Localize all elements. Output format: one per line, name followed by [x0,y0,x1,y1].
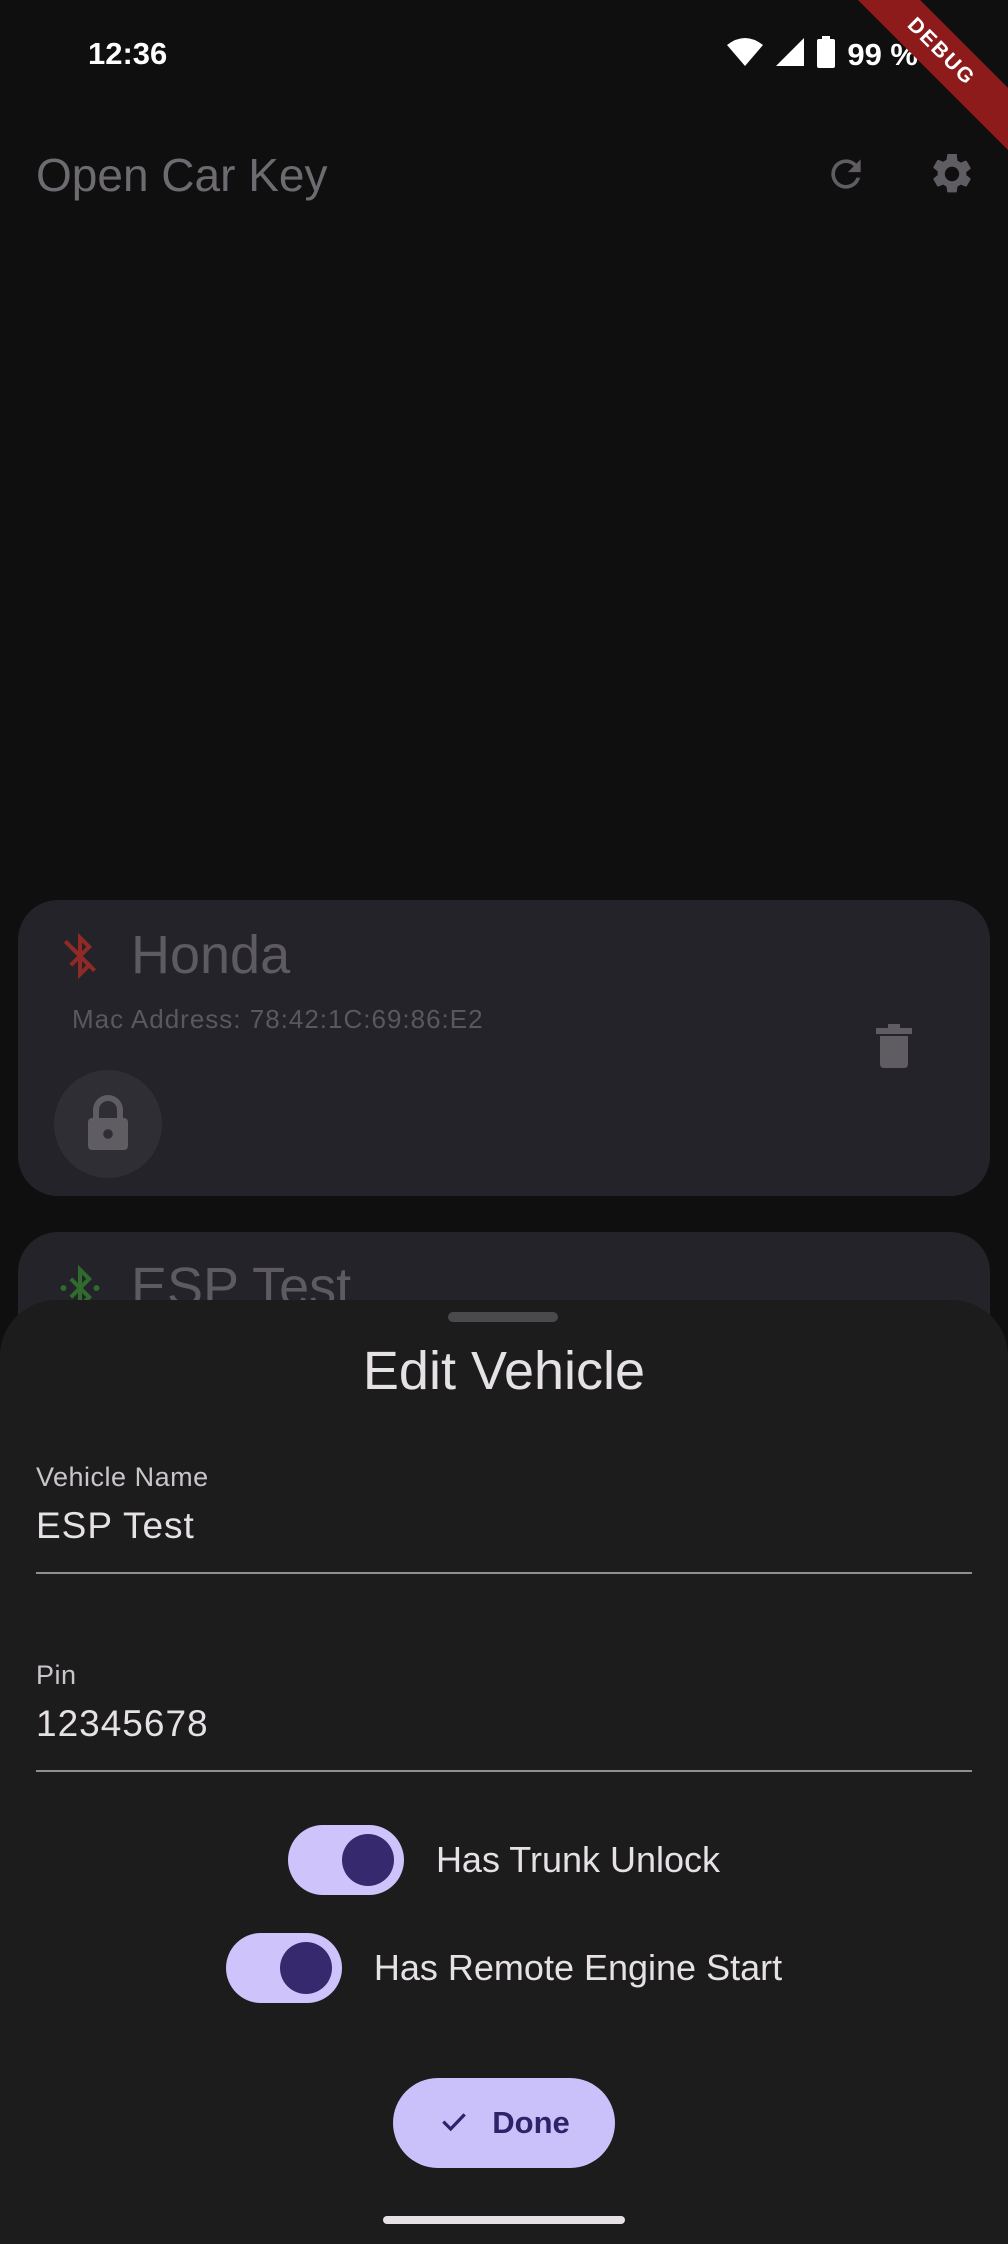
remote-start-label: Has Remote Engine Start [373,1947,783,1988]
pin-input[interactable]: 12345678 [36,1703,972,1745]
sheet-title: Edit Vehicle [362,1341,646,1401]
battery-icon [817,36,836,73]
vehicle-name-input[interactable]: ESP Test [36,1505,972,1547]
wifi-icon [727,37,764,72]
pin-field[interactable]: Pin 12345678 [36,1660,972,1772]
gesture-nav-bar[interactable] [383,2216,625,2224]
mac-address: Mac Address: 78:42:1C:69:86:E2 [72,1004,484,1034]
switch-thumb [279,1942,332,1994]
vehicle-name: Honda [131,925,291,985]
check-icon [438,2105,470,2142]
pin-label: Pin [36,1660,77,1690]
trunk-unlock-switch[interactable] [287,1825,404,1895]
refresh-button[interactable] [818,148,874,204]
vehicle-card-honda[interactable]: Honda Mac Address: 78:42:1C:69:86:E2 [18,900,990,1196]
lock-button[interactable] [54,1070,162,1178]
field-underline [36,1770,972,1772]
app-bar: Open Car Key [0,128,1008,224]
settings-button[interactable] [924,148,980,204]
refresh-icon [824,152,868,201]
status-bar: 12:36 99 % DEBUG [0,0,1008,171]
vehicle-name-field[interactable]: Vehicle Name ESP Test [36,1462,972,1574]
status-icons: 99 % [727,36,918,73]
switch-thumb [341,1834,394,1886]
trash-icon [876,1024,912,1072]
status-time: 12:36 [88,36,168,71]
remote-start-row: Has Remote Engine Start [0,1932,1008,2004]
bluetooth-disabled-icon [58,930,102,987]
vehicle-name-label: Vehicle Name [36,1462,209,1492]
edit-vehicle-sheet: Edit Vehicle Vehicle Name ESP Test Pin 1… [0,1300,1008,2244]
trunk-unlock-label: Has Trunk Unlock [435,1839,721,1880]
done-label: Done [492,2105,570,2140]
trunk-unlock-row: Has Trunk Unlock [0,1824,1008,1896]
app-title: Open Car Key [36,149,328,201]
done-button[interactable]: Done [393,2078,615,2168]
delete-button[interactable] [876,1024,912,1073]
cell-signal-icon [775,37,805,72]
lock-icon [84,1094,132,1155]
drag-handle[interactable] [448,1312,558,1322]
remote-start-switch[interactable] [225,1933,342,2003]
field-underline [36,1572,972,1574]
gear-icon [928,150,976,203]
